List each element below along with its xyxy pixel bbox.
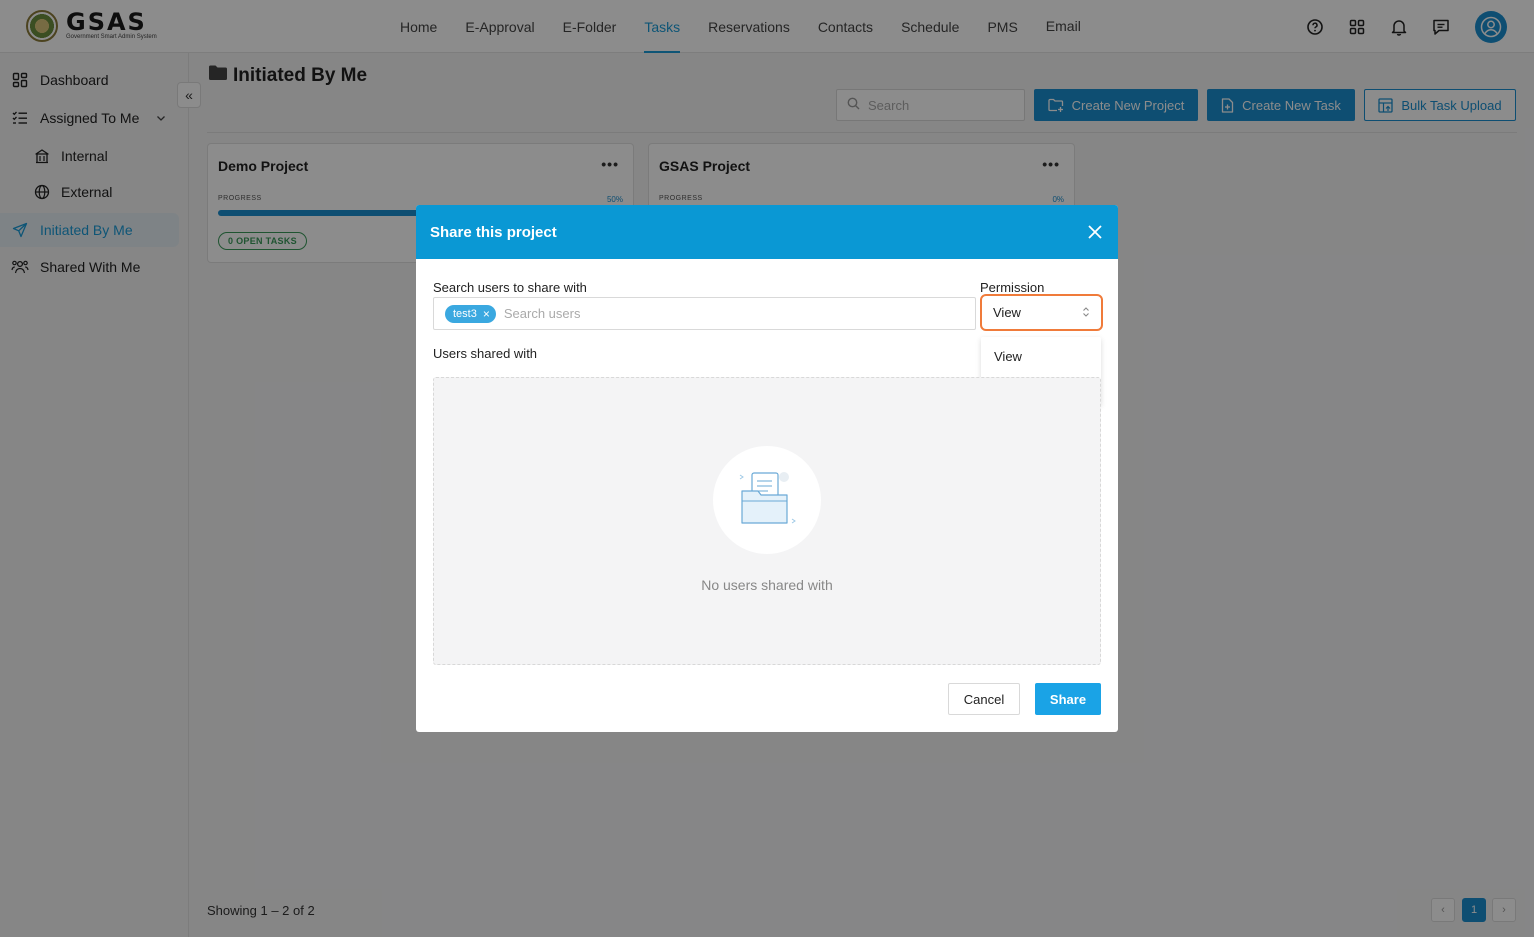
empty-folder-icon: [713, 446, 821, 554]
modal-header: Share this project: [416, 205, 1118, 259]
selected-user-tag: test3 ×: [445, 304, 496, 323]
tag-label: test3: [453, 307, 477, 320]
permission-option-view[interactable]: View: [981, 342, 1101, 371]
modal-title: Share this project: [430, 223, 557, 241]
remove-tag-icon[interactable]: ×: [483, 307, 490, 321]
search-users-input[interactable]: test3 × Search users: [433, 297, 976, 330]
permission-value: View: [993, 305, 1021, 320]
share-button[interactable]: Share: [1035, 683, 1101, 715]
empty-state: No users shared with: [433, 377, 1101, 665]
users-shared-label: Users shared with: [433, 346, 538, 361]
search-users-placeholder: Search users: [503, 306, 581, 321]
permission-select[interactable]: View: [980, 294, 1103, 331]
permission-label: Permission: [980, 280, 1045, 295]
select-arrows-icon: [1082, 306, 1090, 321]
close-icon[interactable]: [1086, 223, 1104, 241]
empty-state-text: No users shared with: [701, 577, 833, 593]
cancel-button[interactable]: Cancel: [948, 683, 1020, 715]
share-project-modal: Share this project Search users to share…: [416, 205, 1118, 732]
search-users-label: Search users to share with: [433, 280, 587, 295]
